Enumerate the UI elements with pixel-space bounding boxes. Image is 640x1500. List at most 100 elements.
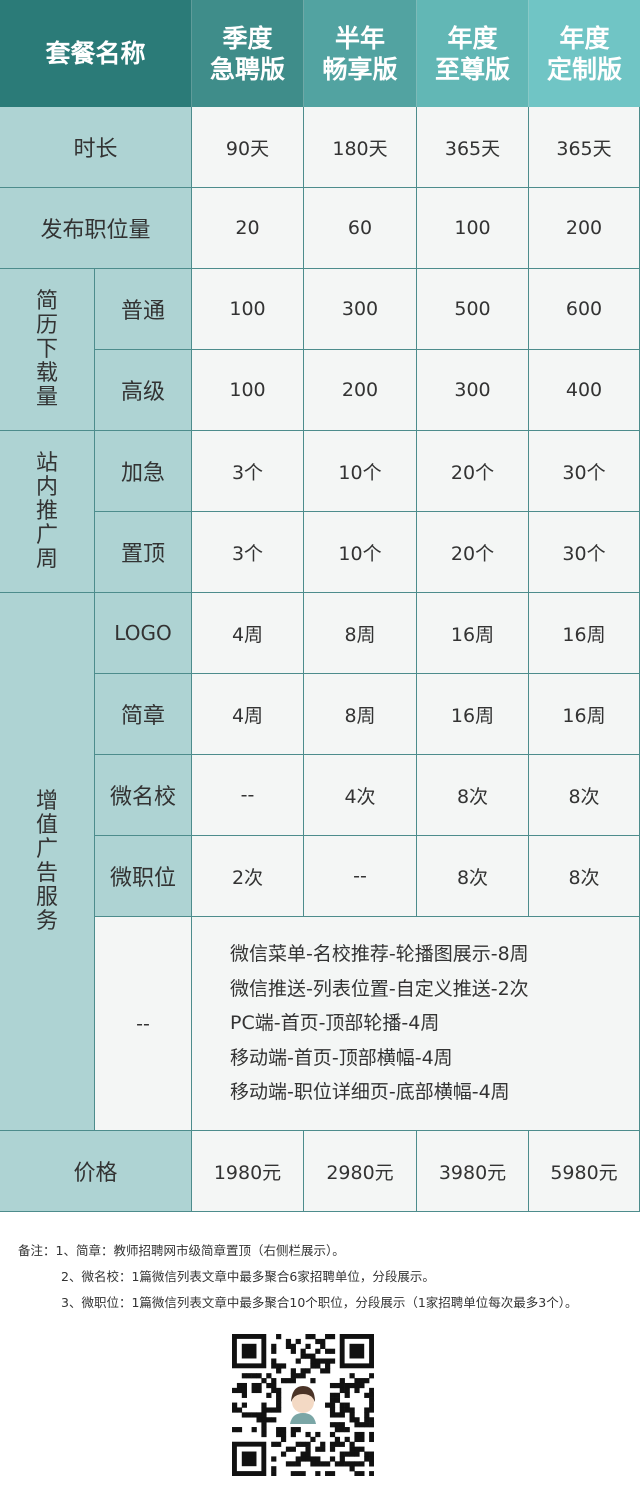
- group-label-char: 广: [35, 836, 58, 862]
- plan-header-quarter: 季度 急聘版: [192, 0, 304, 107]
- price-value: 2980元: [304, 1131, 417, 1212]
- group-label-char: 站: [35, 450, 58, 476]
- ads-logo-value: 4周: [192, 593, 304, 674]
- ads-micro-job-value: 8次: [529, 836, 640, 917]
- row-label-text: 简章: [120, 704, 165, 729]
- ads-micro-job-value: 8次: [417, 836, 529, 917]
- promo-pin-value: 20个: [417, 512, 529, 593]
- resume-advanced-value: 400: [529, 350, 640, 431]
- ads-brochure-value: 16周: [529, 674, 640, 755]
- extra-service-item: 微信菜单-名校推荐-轮播图展示-8周: [230, 943, 529, 966]
- ads-brochure-value: 8周: [304, 674, 417, 755]
- plan-name-line2: 至尊版: [434, 54, 510, 84]
- row-label-text: 高级: [120, 380, 165, 405]
- promo-urgent-value: 10个: [304, 431, 417, 512]
- ads-brochure-value: 16周: [417, 674, 529, 755]
- postings-value: 20: [192, 188, 304, 269]
- row-label-text: 微职位: [109, 866, 176, 891]
- row-label-text: 微名校: [109, 785, 176, 810]
- group-label-char: 内: [35, 474, 58, 500]
- row-label-pin-top: 置顶: [95, 512, 192, 593]
- footnotes: 备注：1、简章：教师招聘网市级简章置顶（右侧栏展示）。 2、微名校：1篇微信列表…: [18, 1238, 638, 1316]
- resume-normal-value: 100: [192, 269, 304, 350]
- row-label-price: 价格: [0, 1131, 192, 1212]
- plan-name-line2: 急聘版: [209, 54, 285, 84]
- ads-micro-school-value: 4次: [304, 755, 417, 836]
- row-label-extra-services: --: [95, 917, 192, 1131]
- group-label-resume-download: 简 历 下 载 量: [0, 269, 95, 431]
- duration-value: 180天: [304, 107, 417, 188]
- ads-logo-value: 16周: [417, 593, 529, 674]
- ads-logo-value: 16周: [529, 593, 640, 674]
- plan-header-halfyear: 半年 畅享版: [304, 0, 417, 107]
- footnote-line: 3、微职位：1篇微信列表文章中最多聚合10个职位，分段展示（1家招聘单位每次最多…: [61, 1295, 578, 1310]
- group-label-char: 值: [35, 812, 58, 838]
- row-label-text: 加急: [120, 461, 165, 486]
- plan-name-line1: 年度: [559, 23, 610, 53]
- postings-value: 100: [417, 188, 529, 269]
- footnote-line: 2、微名校：1篇微信列表文章中最多聚合6家招聘单位，分段展示。: [61, 1269, 435, 1284]
- extra-service-item: PC端-首页-顶部轮播-4周: [230, 1012, 440, 1035]
- row-label-micro-job: 微职位: [95, 836, 192, 917]
- group-label-char: 告: [35, 860, 58, 886]
- plan-header-year-custom: 年度 定制版: [529, 0, 640, 107]
- extra-service-item: 微信推送-列表位置-自定义推送-2次: [230, 977, 529, 1000]
- promo-pin-value: 10个: [304, 512, 417, 593]
- resume-normal-value: 500: [417, 269, 529, 350]
- resume-normal-value: 600: [529, 269, 640, 350]
- header-title: 套餐名称: [45, 39, 146, 68]
- group-label-char: 量: [35, 384, 58, 410]
- group-label-site-promotion: 站 内 推 广 周: [0, 431, 95, 593]
- group-label-value-added-ads: 增 值 广 告 服 务: [0, 593, 95, 1131]
- row-label-brochure: 简章: [95, 674, 192, 755]
- ads-logo-value: 8周: [304, 593, 417, 674]
- pricing-table: 套餐名称 季度 急聘版 半年 畅享版 年度 至尊版 年度 定制版 时长 90天 …: [0, 0, 640, 1212]
- group-label-char: 简: [35, 288, 58, 314]
- extra-service-item: 移动端-首页-顶部横幅-4周: [230, 1046, 453, 1069]
- group-label-char: 载: [35, 360, 58, 386]
- row-label-text: LOGO: [114, 621, 172, 645]
- price-value: 1980元: [192, 1131, 304, 1212]
- row-label-text: 普通: [120, 299, 165, 324]
- ads-brochure-value: 4周: [192, 674, 304, 755]
- group-label-char: 增: [35, 788, 58, 814]
- price-value: 5980元: [529, 1131, 640, 1212]
- plan-header-year-supreme: 年度 至尊版: [417, 0, 529, 107]
- resume-normal-value: 300: [304, 269, 417, 350]
- promo-urgent-value: 30个: [529, 431, 640, 512]
- promo-urgent-value: 3个: [192, 431, 304, 512]
- group-label-char: 服: [35, 884, 58, 910]
- qr-code-icon: [232, 1334, 375, 1477]
- plan-name-line1: 季度: [222, 23, 273, 53]
- row-label-logo: LOGO: [95, 593, 192, 674]
- row-label-postings: 发布职位量: [0, 188, 192, 269]
- footnote-line: 备注：1、简章：教师招聘网市级简章置顶（右侧栏展示）。: [18, 1243, 345, 1258]
- group-label-char: 广: [35, 522, 58, 548]
- group-label-char: 务: [35, 908, 58, 934]
- group-label-char: 历: [35, 312, 58, 338]
- ads-micro-school-value: --: [192, 755, 304, 836]
- plan-name-line1: 半年: [334, 23, 385, 53]
- duration-value: 90天: [192, 107, 304, 188]
- row-label-text: 时长: [73, 137, 118, 162]
- promo-pin-value: 3个: [192, 512, 304, 593]
- duration-value: 365天: [417, 107, 529, 188]
- plan-name-line2: 定制版: [546, 54, 622, 84]
- row-label-normal: 普通: [95, 269, 192, 350]
- row-label-advanced: 高级: [95, 350, 192, 431]
- postings-value: 60: [304, 188, 417, 269]
- extra-services-list: 微信菜单-名校推荐-轮播图展示-8周 微信推送-列表位置-自定义推送-2次 PC…: [192, 917, 640, 1131]
- resume-advanced-value: 100: [192, 350, 304, 431]
- price-value: 3980元: [417, 1131, 529, 1212]
- extra-service-item: 移动端-职位详细页-底部横幅-4周: [230, 1081, 510, 1104]
- ads-micro-job-value: 2次: [192, 836, 304, 917]
- row-label-text: 发布职位量: [40, 218, 151, 243]
- group-label-char: 周: [35, 546, 58, 572]
- row-label-urgent: 加急: [95, 431, 192, 512]
- postings-value: 200: [529, 188, 640, 269]
- resume-advanced-value: 300: [417, 350, 529, 431]
- promo-pin-value: 30个: [529, 512, 640, 593]
- group-label-char: 下: [35, 336, 58, 362]
- row-label-text: 价格: [73, 1161, 118, 1186]
- duration-value: 365天: [529, 107, 640, 188]
